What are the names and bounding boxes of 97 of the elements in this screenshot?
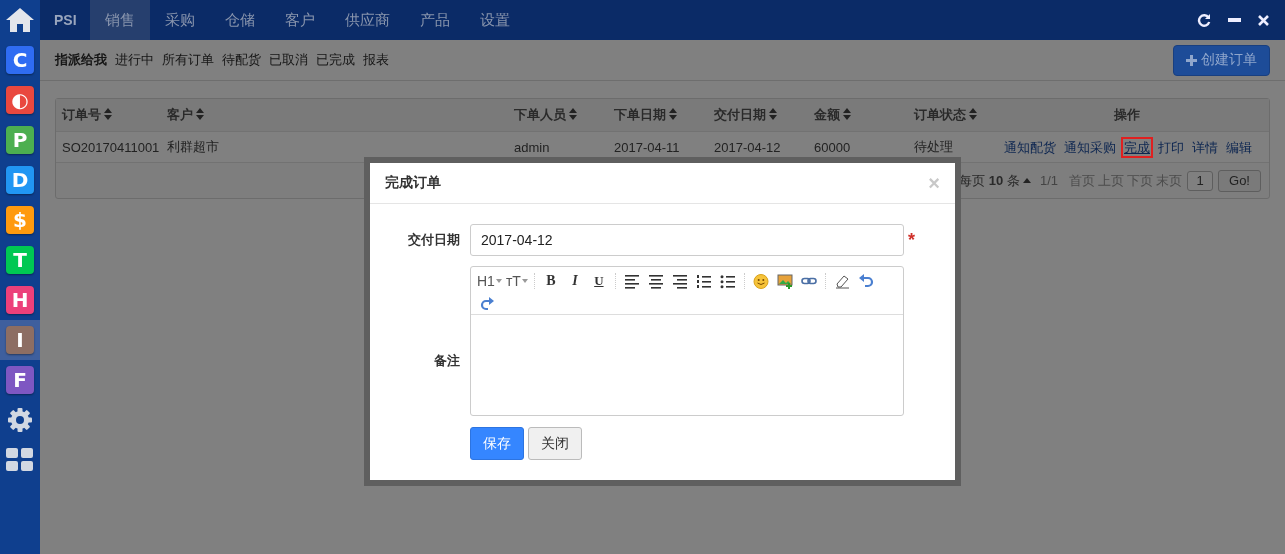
nav-tab[interactable]: 仓储 [209,0,270,40]
table-cell-text: 利群超市 [166,138,220,156]
app-brand: PSI [53,11,78,30]
align-right-icon[interactable] [671,273,688,289]
nav-tab[interactable]: 采购 [149,0,210,40]
filter-tab[interactable]: 待配货 [222,51,261,69]
undo-icon[interactable] [857,273,874,289]
eraser-icon[interactable] [833,273,850,289]
filter-tab[interactable]: 所有订单 [162,51,214,69]
action-link[interactable]: 通知采购 [1061,136,1119,158]
toolbar-dropdown[interactable]: H1 [477,271,502,291]
sort-icon[interactable] [969,108,977,120]
app-icon[interactable]: I [6,326,34,354]
action-link[interactable]: 打印 [1155,136,1187,158]
field-label: 备注 [433,352,461,370]
app-icon[interactable]: D [6,166,34,194]
sort-icon[interactable] [104,108,112,120]
nav-tab[interactable]: 供应商 [329,0,405,40]
redo-icon[interactable] [479,295,495,311]
column-header[interactable]: 交付日期 [714,107,766,122]
app-icon[interactable]: ◐ [6,86,34,114]
app-icon[interactable]: $ [6,206,34,234]
plus-icon [1186,54,1197,66]
sidebar-item[interactable]: D [0,160,40,200]
ordered-list-icon[interactable] [695,273,712,289]
go-button[interactable]: Go! [1218,169,1261,192]
sidebar-item[interactable]: I [0,320,40,360]
bullet-list-icon[interactable] [719,273,736,289]
page-count: 1/1 [1039,173,1059,188]
note-editor[interactable]: H1 ᴛT B I U [470,266,904,416]
toolbar-button[interactable]: I [564,271,585,291]
page-input[interactable]: 1 [1187,170,1214,191]
filter-tab[interactable]: 报表 [363,51,389,69]
column-header[interactable]: 下单日期 [614,107,666,122]
field-label: 交付日期 [407,231,461,249]
sort-icon[interactable] [196,108,204,120]
required-mark: * [907,229,916,251]
action-link[interactable]: 通知配货 [1001,136,1059,158]
sidebar-item[interactable]: ◐ [0,80,40,120]
close-dialog-button[interactable]: 关闭 [528,427,582,460]
toolbar-button[interactable]: B [540,271,561,291]
action-link[interactable]: 编辑 [1223,136,1255,158]
close-icon[interactable] [1258,14,1269,26]
nav-tab[interactable]: 销售 [89,0,150,40]
sidebar-item[interactable]: $ [0,200,40,240]
smiley-icon[interactable] [752,273,769,289]
caret-down-icon[interactable] [521,279,528,283]
column-header[interactable]: 客户 [167,107,193,122]
sort-icon[interactable] [569,108,577,120]
sidebar-item[interactable]: C [0,40,40,80]
action-link[interactable]: 完成 [1121,136,1153,158]
app-icon[interactable]: C [6,46,34,74]
table-cell-text: SO20170411001 [61,139,161,155]
create-order-button[interactable]: 创建订单 [1173,44,1270,76]
nav-tab[interactable]: 客户 [269,0,330,40]
filter-tab[interactable]: 进行中 [115,51,154,69]
column-header: 操作 [1113,107,1140,122]
column-header[interactable]: 下单人员 [514,107,566,122]
app-icon[interactable]: T [6,246,34,274]
home-icon[interactable] [5,7,35,33]
toolbar-dropdown[interactable]: ᴛT [505,271,528,291]
toolbar-button[interactable]: U [588,271,609,291]
nav-tab[interactable]: 设置 [464,0,525,40]
date-field[interactable]: 2017-04-12 [470,224,904,256]
sidebar-item[interactable]: F [0,360,40,400]
sidebar-item[interactable]: H [0,280,40,320]
table-cell-text: admin [513,139,551,155]
dialog-title: 完成订单 [385,174,442,192]
column-header[interactable]: 订单状态 [914,107,966,122]
filter-tab[interactable]: 已取消 [269,51,308,69]
page-size-selector[interactable]: 每页 10 条 [959,171,1020,190]
align-center-icon[interactable] [647,273,664,289]
filter-tab[interactable]: 指派给我 [55,51,107,69]
column-header[interactable]: 订单号 [62,107,101,122]
app-icon[interactable]: H [6,286,34,314]
app-icon[interactable]: F [6,366,34,394]
refresh-icon[interactable] [1197,13,1211,27]
caret-down-icon[interactable] [495,279,502,283]
table-cell-text: 60000 [813,139,852,155]
sort-icon[interactable] [843,108,851,120]
action-link[interactable]: 详情 [1189,136,1221,158]
image-add-icon[interactable] [776,273,793,289]
filter-tab[interactable]: 已完成 [316,51,355,69]
align-left-icon[interactable] [623,273,640,289]
sidebar-item[interactable]: P [0,120,40,160]
grid-icon[interactable] [6,448,34,472]
column-header[interactable]: 金额 [814,107,840,122]
caret-up-icon[interactable] [1022,178,1031,183]
sort-icon[interactable] [769,108,777,120]
sort-icon[interactable] [669,108,677,120]
sidebar-item[interactable]: T [0,240,40,280]
table-cell-text: 待处理 [913,138,954,156]
save-button[interactable]: 保存 [470,427,524,460]
table-cell-text: 2017-04-12 [713,139,782,155]
app-icon[interactable]: P [6,126,34,154]
nav-tab[interactable]: 产品 [404,0,465,40]
table-cell-text: 2017-04-11 [613,139,681,155]
